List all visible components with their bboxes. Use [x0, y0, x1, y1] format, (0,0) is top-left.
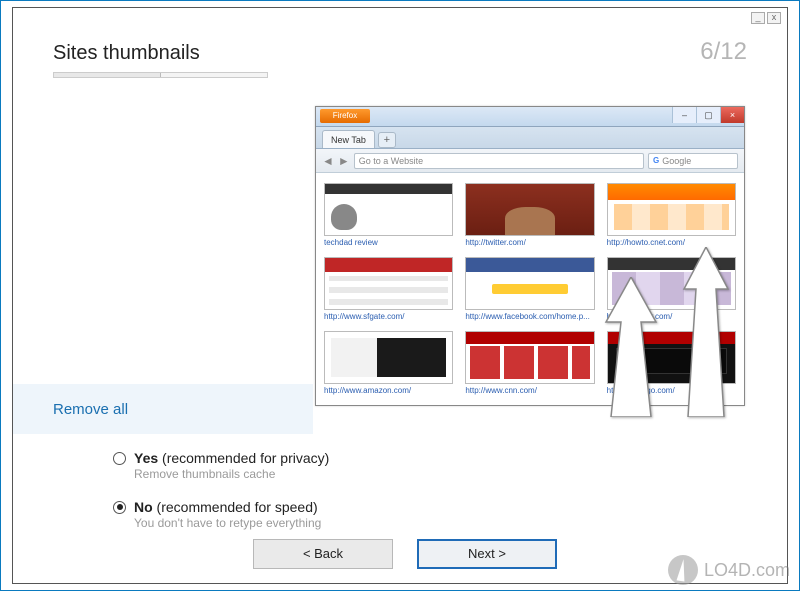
illustration-titlebar: Firefox – ▢ × [316, 107, 744, 127]
illustration-tab: New Tab [322, 130, 375, 148]
forward-arrow-icon: ► [338, 154, 350, 168]
nav-buttons: < Back Next > [253, 539, 557, 569]
search-placeholder: Google [662, 154, 691, 168]
options-group: Yes (recommended for privacy) Remove thu… [113, 450, 329, 548]
site-thumbnail: http://xfinitytv.com/ [607, 257, 736, 321]
illustration-urlbar: Go to a Website [354, 153, 644, 169]
watermark-text: LO4D.com [704, 560, 790, 581]
progress-bar [53, 72, 268, 78]
radio-no[interactable] [113, 501, 126, 514]
site-thumbnail: http://www.facebook.com/home.p... [465, 257, 594, 321]
illustration-tabstrip: New Tab + [316, 127, 744, 149]
option-yes-label: Yes (recommended for privacy) [134, 450, 329, 466]
site-thumbnail: http://howto.cnet.com/ [607, 183, 736, 247]
site-thumbnail: techdad review [324, 183, 453, 247]
wizard-dialog: _ x Sites thumbnails 6/12 Firefox – ▢ × … [12, 7, 788, 584]
illus-max-icon: ▢ [696, 107, 720, 123]
step-indicator: 6/12 [700, 38, 747, 66]
site-thumbnail: http://www.sfgate.com/ [324, 257, 453, 321]
minimize-button[interactable]: _ [751, 12, 765, 24]
header-area: Sites thumbnails 6/12 [13, 8, 787, 98]
radio-yes[interactable] [113, 452, 126, 465]
back-button[interactable]: < Back [253, 539, 393, 569]
back-arrow-icon: ◄ [322, 154, 334, 168]
option-no[interactable]: No (recommended for speed) You don't hav… [113, 499, 329, 530]
site-thumbnail: http://twitter.com/ [465, 183, 594, 247]
firefox-menu-button: Firefox [320, 109, 370, 123]
site-thumbnail: http://www.amazon.com/ [324, 331, 453, 395]
option-yes-sub: Remove thumbnails cache [134, 467, 329, 481]
illus-min-icon: – [672, 107, 696, 123]
thumbnail-grid: techdad review http://twitter.com/ http:… [324, 183, 736, 395]
page-title: Sites thumbnails [53, 42, 200, 65]
illustration-body: techdad review http://twitter.com/ http:… [316, 173, 744, 405]
question-label: Remove all [53, 401, 128, 418]
option-yes[interactable]: Yes (recommended for privacy) Remove thu… [113, 450, 329, 481]
illustration-searchbar: G Google [648, 153, 738, 169]
google-logo-icon: G [653, 154, 659, 168]
illustration-toolbar: ◄ ► Go to a Website G Google [316, 149, 744, 173]
new-tab-icon: + [378, 132, 396, 148]
close-button[interactable]: x [767, 12, 781, 24]
next-button[interactable]: Next > [417, 539, 557, 569]
window-controls: _ x [751, 12, 781, 24]
illustration-browser: Firefox – ▢ × New Tab + ◄ ► Go to a Webs… [315, 106, 745, 406]
watermark: LO4D.com [668, 555, 790, 585]
question-band: Remove all [13, 384, 313, 434]
progress-fill [54, 73, 161, 77]
option-no-sub: You don't have to retype everything [134, 516, 329, 530]
site-thumbnail: http://espn.go.com/ [607, 331, 736, 395]
illus-close-icon: × [720, 107, 744, 123]
site-thumbnail: http://www.cnn.com/ [465, 331, 594, 395]
watermark-logo-icon [668, 555, 698, 585]
option-no-label: No (recommended for speed) [134, 499, 318, 515]
